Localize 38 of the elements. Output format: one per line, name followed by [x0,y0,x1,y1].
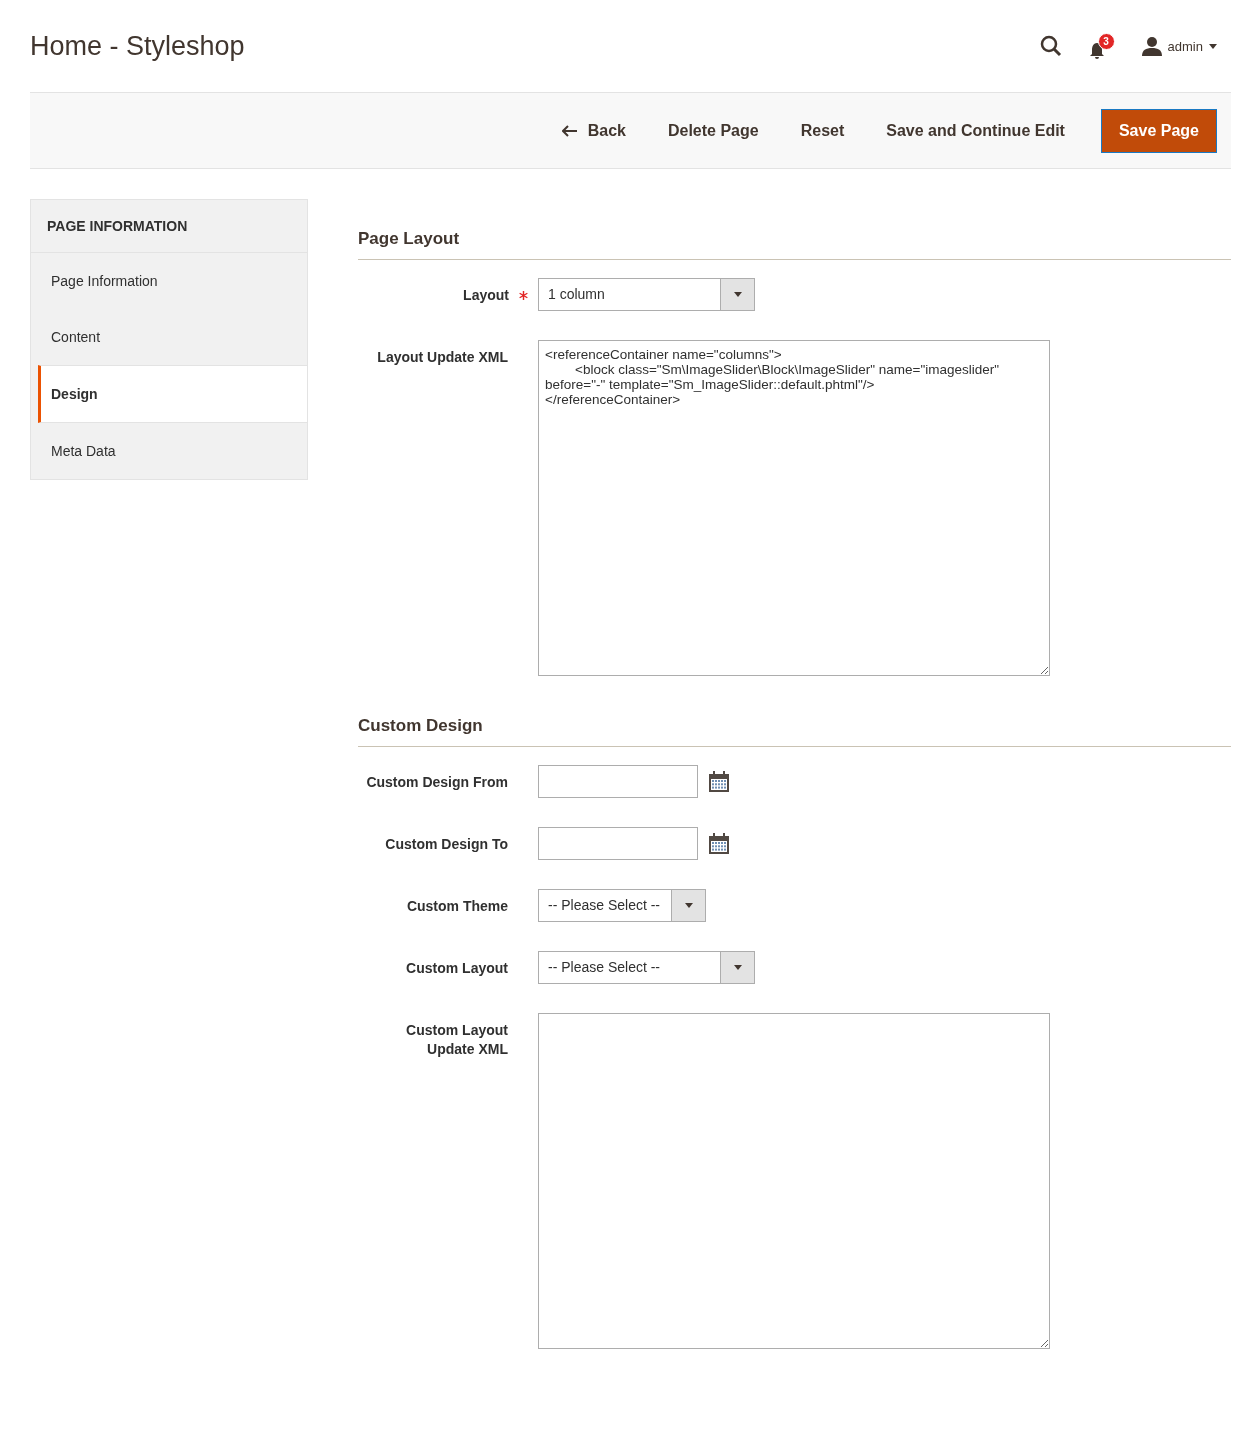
date-field[interactable] [538,827,698,860]
search-button[interactable] [1039,35,1062,57]
field-label: Layout [463,286,509,305]
date-field[interactable] [538,765,698,798]
action-button[interactable]: Delete Page [649,109,777,152]
sidebar-item[interactable]: Design [38,365,307,423]
field-label: Custom Design From [366,773,508,792]
back-button[interactable]: Back [543,109,644,152]
select-field[interactable]: 1 column [538,278,755,311]
arrow-left-icon [561,124,578,137]
xml-text-area[interactable]: <referenceContainer name="columns"> <block class="Sm\ImageSlider\Block\ImageSlider" name="imageslider" before="-" template="Sm_ImageSlider::default.phtml"/> </referenceContainer> [538,340,1050,676]
select-field[interactable]: -- Please Select -- [538,951,755,984]
caret-icon [733,292,742,297]
calendar-icon[interactable] [708,832,730,855]
section-title: Custom Design [358,716,1231,747]
sidebar-item[interactable]: Content [38,309,307,365]
sidebar-title: PAGE INFORMATION [31,200,307,253]
calendar-icon[interactable] [708,770,730,793]
user-menu-button[interactable]: admin [1141,36,1217,56]
field-label: Custom Theme [406,897,508,916]
field-label: Custom Layout Update XML [405,1021,508,1059]
field-label: Custom Design To [385,835,508,854]
notifications-button[interactable]: 3 [1087,32,1116,60]
caret-icon [733,965,742,970]
select-field[interactable]: -- Please Select -- [538,889,706,922]
sidebar-item[interactable]: Page Information [38,253,307,309]
action-button[interactable]: Save and Continue Edit [868,109,1083,152]
page-title: Home - Styleshop [30,30,246,62]
field-label: Custom Layout [406,959,508,978]
field-label: Layout Update XML [377,348,508,367]
sidebar-item[interactable]: Meta Data [38,423,307,479]
user-icon [1141,36,1162,56]
section-title: Page Layout [358,229,1231,260]
notification-count: 3 [1097,32,1115,50]
save-button[interactable]: Save Page [1100,108,1217,153]
caret-icon [684,903,693,908]
caret-icon [1209,43,1217,49]
action-button[interactable]: Reset [782,109,863,152]
